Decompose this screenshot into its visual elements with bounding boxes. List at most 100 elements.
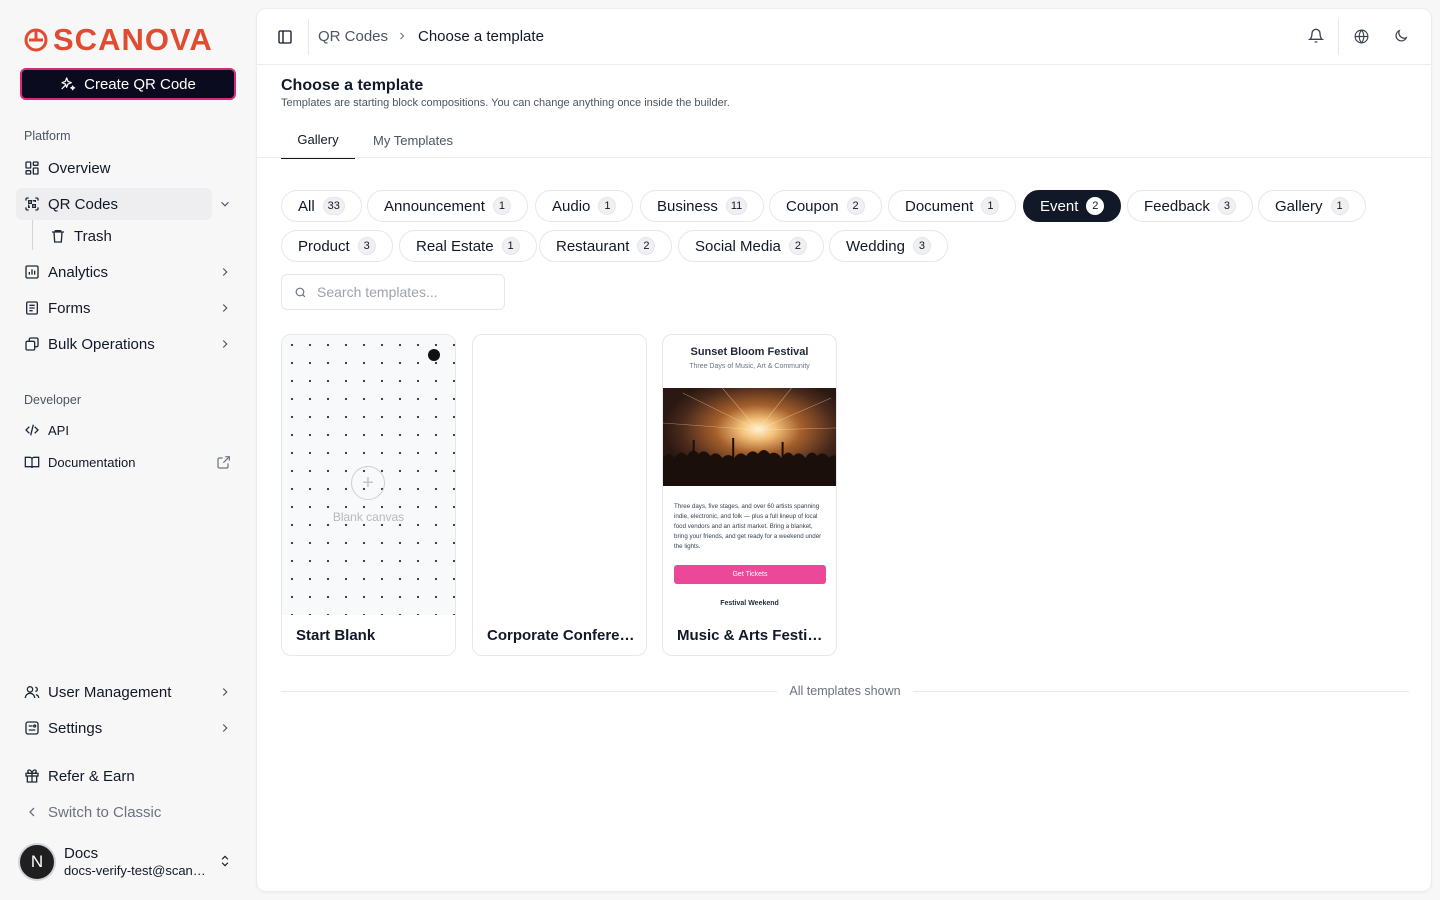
brand-name: SCANOVA <box>53 22 213 57</box>
sidebar-item-label: Overview <box>48 159 111 177</box>
preview-description: Three days, five stages, and over 60 art… <box>674 503 822 550</box>
sidebar-item-trash[interactable]: Trash <box>48 222 112 250</box>
chip-count: 3 <box>1217 197 1236 215</box>
sidebar-item-label: Bulk Operations <box>48 335 155 353</box>
blank-canvas-label: Blank canvas <box>332 510 405 524</box>
tab-my-templates[interactable]: My Templates <box>361 121 465 159</box>
qr-scan-icon <box>25 197 39 211</box>
concert-photo <box>663 388 836 486</box>
chip-count: 1 <box>1330 197 1349 215</box>
chip-label: Wedding <box>846 237 905 255</box>
category-chip-coupon[interactable]: Coupon 2 <box>769 190 882 222</box>
user-account-menu[interactable]: N Docs docs-verify-test@scanova.io <box>18 840 240 884</box>
category-chip-product[interactable]: Product 3 <box>281 230 393 262</box>
sidebar-item-api[interactable]: API <box>16 414 240 446</box>
category-chip-audio[interactable]: Audio 1 <box>535 190 634 222</box>
category-chip-business[interactable]: Business 11 <box>640 190 765 222</box>
preview-get-tickets-button: Get Tickets <box>674 565 826 584</box>
sidebar-item-label: Documentation <box>48 454 136 470</box>
chip-count: 2 <box>788 237 807 255</box>
search-input[interactable] <box>317 284 497 300</box>
category-chip-restaurant[interactable]: Restaurant 2 <box>539 230 673 262</box>
category-chip-event[interactable]: Event 2 <box>1023 190 1122 222</box>
sidebar-toggle-icon[interactable] <box>277 29 293 45</box>
sidebar-item-label: API <box>48 422 69 438</box>
bell-icon[interactable] <box>1308 28 1324 44</box>
tab-gallery[interactable]: Gallery <box>281 121 355 159</box>
footer-divider-left <box>281 691 777 692</box>
platform-section-label: Platform <box>24 129 71 143</box>
template-preview <box>473 335 646 615</box>
sidebar-item-label: Analytics <box>48 263 109 281</box>
chip-label: Social Media <box>695 237 781 255</box>
page-title: Choose a template <box>281 77 424 94</box>
template-name: Corporate Conference <box>487 627 637 644</box>
moon-icon[interactable] <box>1393 28 1409 44</box>
trash-icon <box>52 230 64 243</box>
chip-label: Restaurant <box>556 237 630 255</box>
category-chip-gallery[interactable]: Gallery 1 <box>1258 190 1366 222</box>
chevron-right-icon <box>222 268 228 276</box>
category-chip-document[interactable]: Document 1 <box>888 190 1017 222</box>
language-icon[interactable] <box>1353 28 1370 45</box>
scanova-logo[interactable]: SCANOVA <box>24 22 213 57</box>
sidebar-item-forms[interactable]: Forms <box>16 292 240 324</box>
breadcrumb-qr-codes[interactable]: QR Codes <box>318 28 388 45</box>
user-email: docs-verify-test@scanova.io <box>64 863 209 878</box>
users-icon <box>24 686 40 699</box>
breadcrumb-chevron-icon <box>400 32 405 40</box>
sidebar-item-settings[interactable]: Settings <box>16 712 240 744</box>
category-chip-all[interactable]: All 33 <box>281 190 362 222</box>
sidebar-item-label: User Management <box>48 683 172 701</box>
chip-label: Announcement <box>384 197 485 215</box>
code-icon <box>25 424 39 436</box>
layers-icon <box>25 337 39 351</box>
chip-count: 2 <box>637 237 656 255</box>
chip-label: Document <box>905 197 974 215</box>
template-card-corporate-conference[interactable]: Corporate Conference <box>472 334 647 656</box>
sidebar: SCANOVA Create QR Code Platform Overview… <box>0 0 256 900</box>
chip-label: Business <box>657 197 718 215</box>
chip-label: Audio <box>552 197 591 215</box>
sidebar-item-qr-codes[interactable]: QR Codes <box>16 188 229 220</box>
chevron-down-icon[interactable] <box>218 197 232 211</box>
chip-count: 33 <box>322 197 345 215</box>
sidebar-item-analytics[interactable]: Analytics <box>16 256 240 288</box>
chevrons-up-down-icon <box>221 855 229 867</box>
sidebar-item-overview[interactable]: Overview <box>16 152 240 184</box>
category-chip-feedback[interactable]: Feedback 3 <box>1127 190 1253 222</box>
sidebar-item-user-management[interactable]: User Management <box>16 676 240 708</box>
chip-label: Event <box>1040 197 1079 215</box>
toolbar-divider <box>308 19 309 55</box>
template-preview: Sunset Bloom Festival Three Days of Musi… <box>663 335 836 615</box>
template-search[interactable] <box>281 274 505 310</box>
create-qr-code-button[interactable]: Create QR Code <box>20 68 236 100</box>
chip-label: Gallery <box>1275 197 1323 215</box>
category-chip-wedding[interactable]: Wedding 3 <box>829 230 948 262</box>
sidebar-item-refer-earn[interactable]: Refer & Earn <box>16 760 240 792</box>
chip-label: Feedback <box>1144 197 1210 215</box>
book-icon <box>24 456 40 469</box>
settings-icon <box>25 721 39 735</box>
sidebar-item-bulk-operations[interactable]: Bulk Operations <box>16 328 240 360</box>
category-chip-announcement[interactable]: Announcement 1 <box>367 190 528 222</box>
chevron-right-icon <box>222 724 228 732</box>
scanova-logo-icon <box>24 28 48 52</box>
chevron-right-icon <box>222 304 228 312</box>
chip-count: 3 <box>357 237 376 255</box>
search-icon <box>295 287 306 297</box>
template-card-music-arts-festival[interactable]: Sunset Bloom Festival Three Days of Musi… <box>662 334 837 656</box>
sidebar-item-label: Trash <box>74 227 112 245</box>
chip-count: 1 <box>981 197 1000 215</box>
chevron-right-icon <box>222 688 228 696</box>
sidebar-item-documentation[interactable]: Documentation <box>16 446 240 478</box>
preview-subtitle: Three Days of Music, Art & Community <box>689 363 810 370</box>
category-chip-social-media[interactable]: Social Media 2 <box>678 230 824 262</box>
sidebar-item-label: Refer & Earn <box>48 767 135 785</box>
chip-label: All <box>298 197 315 215</box>
external-link-icon <box>217 456 230 469</box>
preview-footer: Festival Weekend <box>720 600 779 607</box>
template-card-start-blank[interactable]: + Blank canvas Start Blank <box>281 334 456 656</box>
category-chip-real-estate[interactable]: Real Estate 1 <box>399 230 537 262</box>
sidebar-item-switch-classic[interactable]: Switch to Classic <box>16 796 240 828</box>
